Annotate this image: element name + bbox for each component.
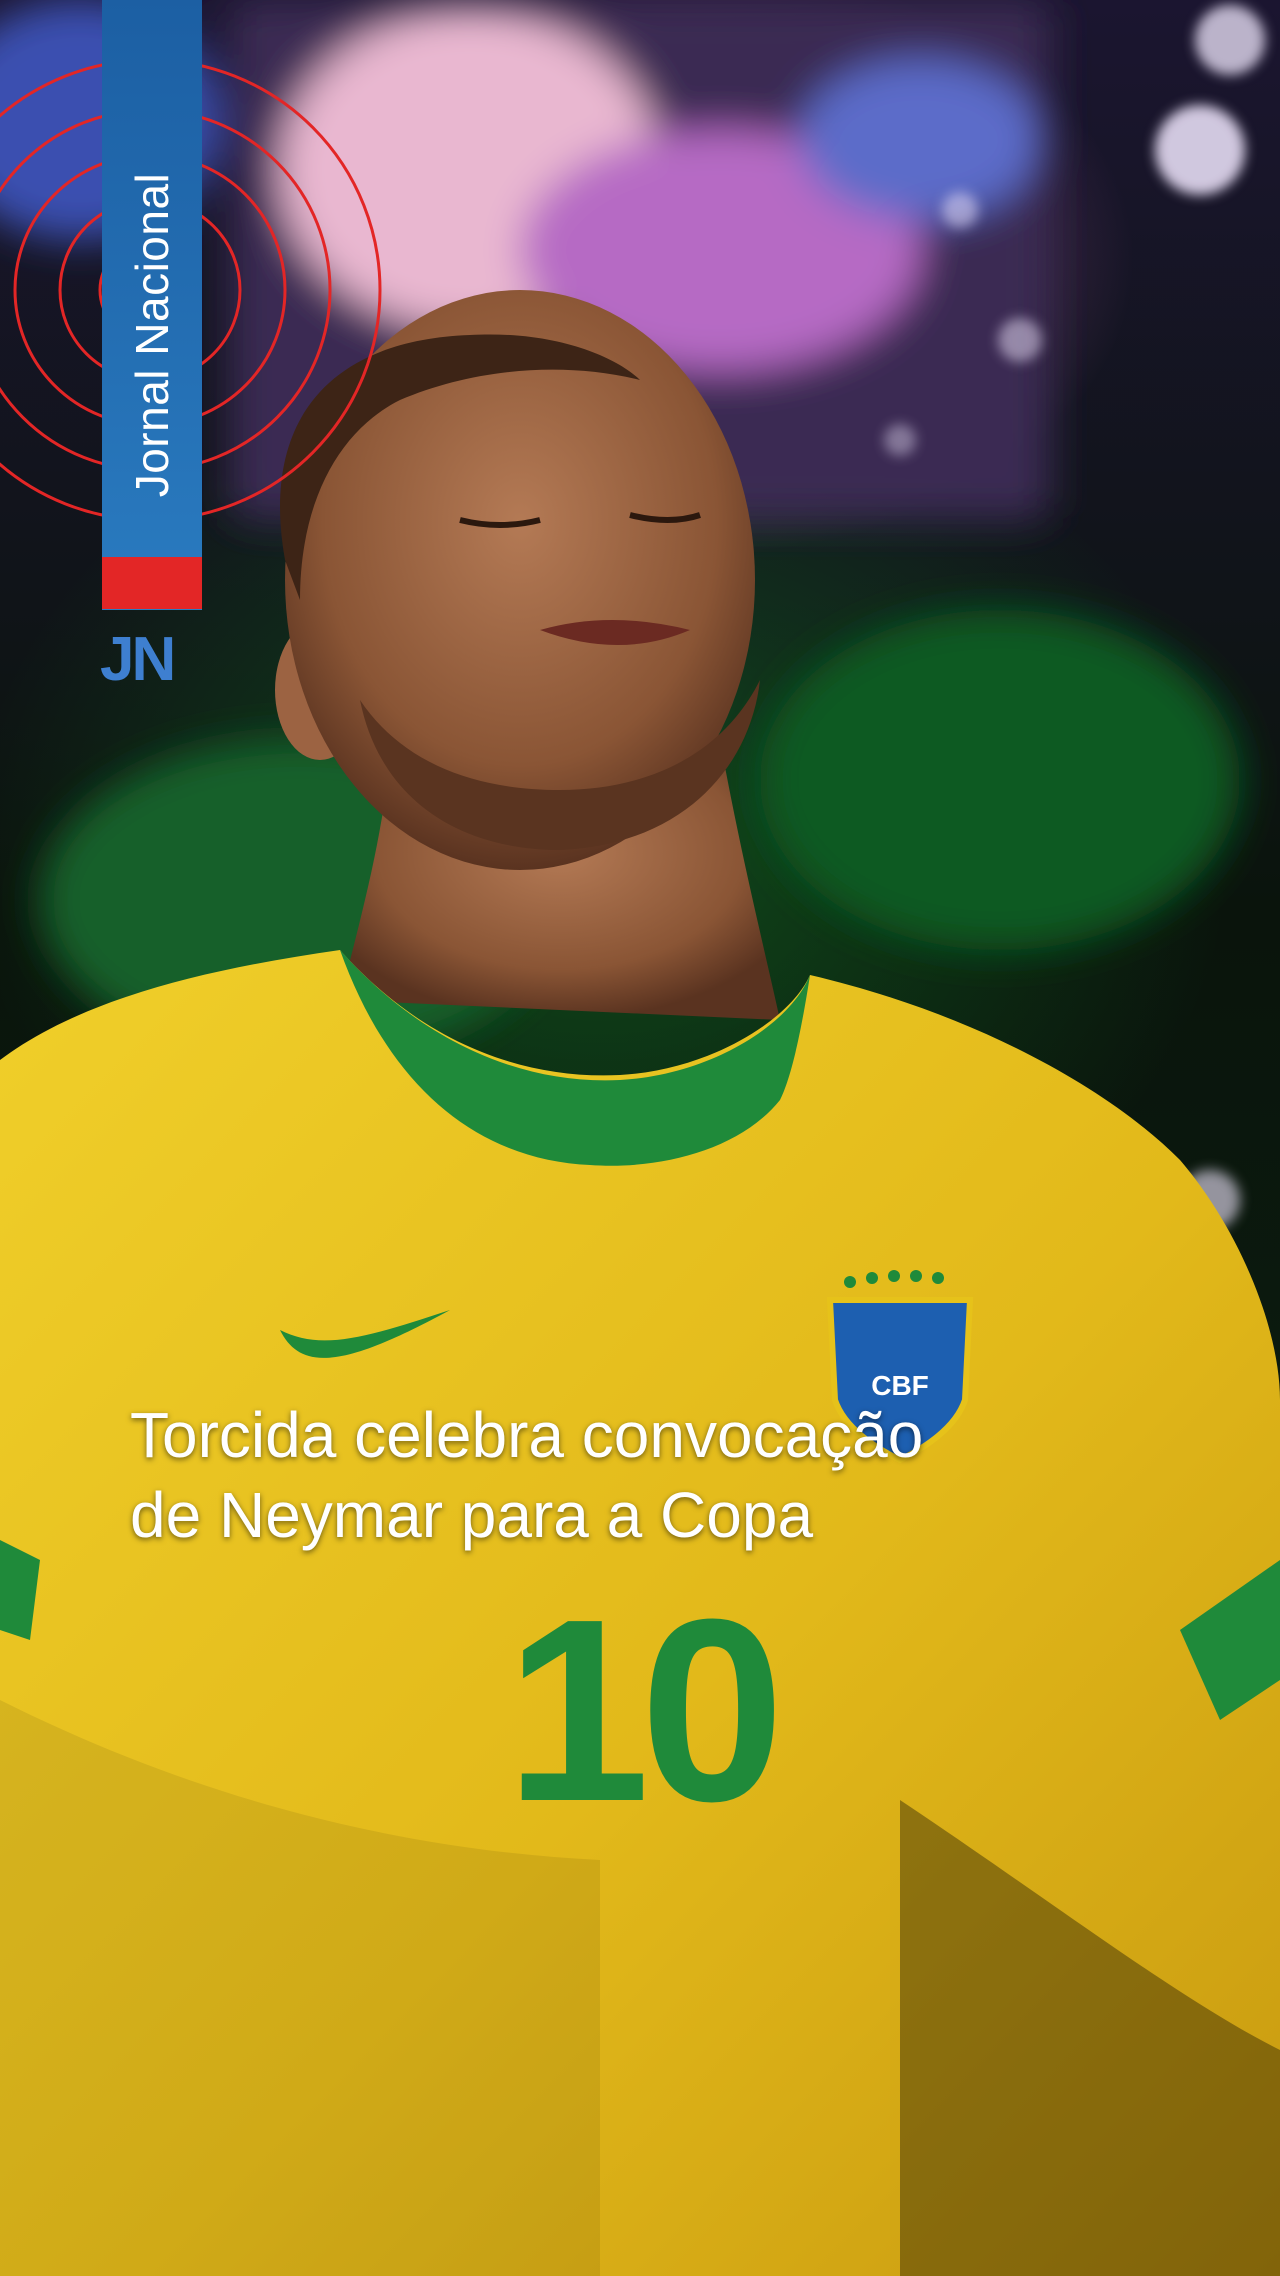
program-name: Jornal Nacional [126, 172, 178, 498]
svg-text:10: 10 [505, 1566, 774, 1856]
program-logo: JN [100, 625, 176, 694]
headline-line-2: de Neymar para a Copa [130, 1479, 814, 1551]
headline-line-1: Torcida celebra convocação [130, 1399, 924, 1471]
headline: Torcida celebra convocação de Neymar par… [130, 1395, 1170, 1555]
broadcast-rings-icon [0, 58, 382, 522]
logo-bar-accent [102, 557, 202, 609]
video-frame: CBF 10 Jornal Nacional JN Torcida celebr… [0, 0, 1280, 2276]
